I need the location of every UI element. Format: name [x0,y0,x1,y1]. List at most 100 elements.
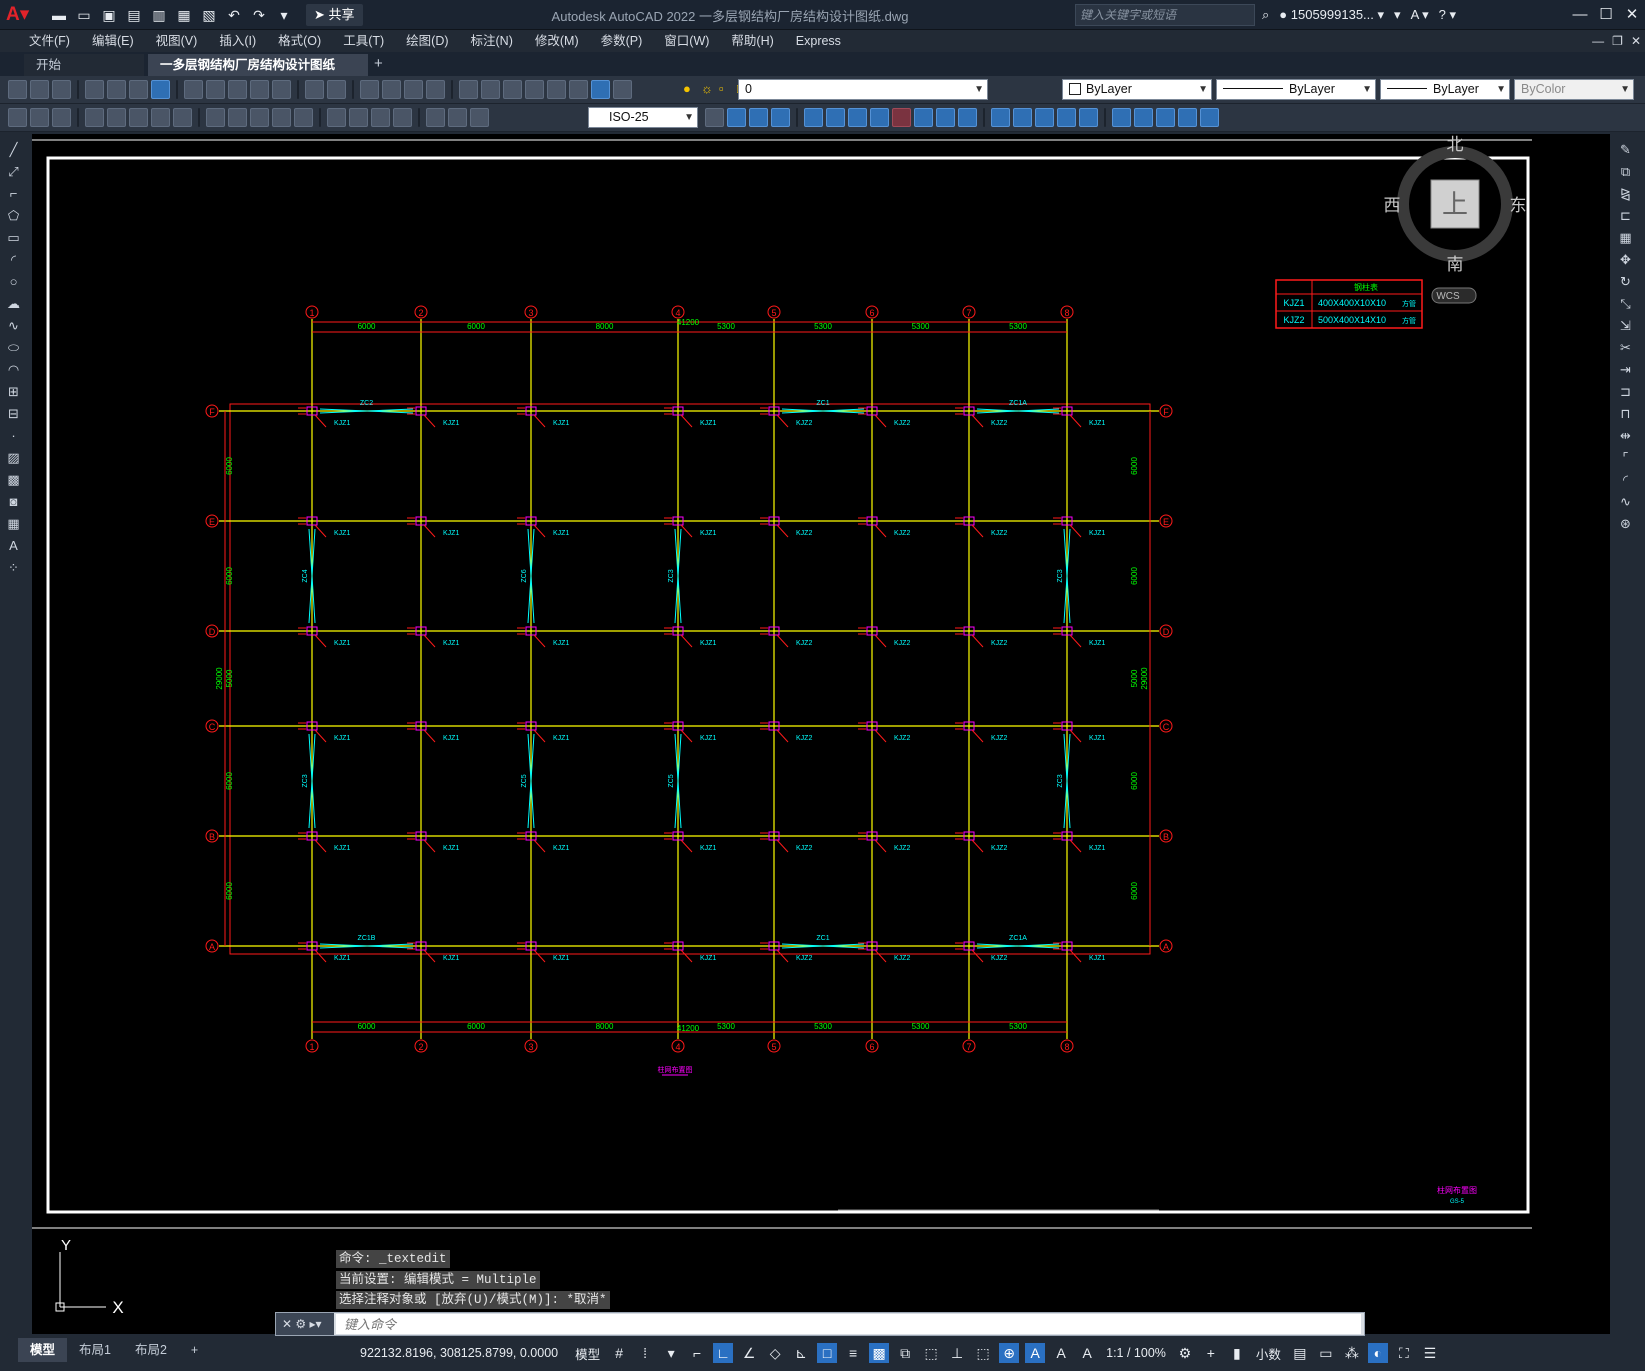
annotation-visibility-icon[interactable]: A [1025,1343,1046,1363]
menu-format[interactable]: 格式(O) [267,30,332,52]
isodraft-icon[interactable]: ◇ [765,1343,785,1363]
tab-active-drawing[interactable]: 一多层钢结构厂房结构设计图纸*× [148,54,368,94]
menu-parametric[interactable]: 参数(P) [590,30,654,52]
pan-icon[interactable] [360,80,379,99]
add-selected-icon[interactable]: ⁘ [4,558,23,577]
share-button[interactable]: ➤ 共享 [306,4,363,26]
doc-minimize-icon[interactable]: — [1592,30,1604,52]
polar-tracking-icon[interactable]: ∠ [739,1343,759,1363]
customize-status-icon[interactable]: ☰ [1420,1343,1440,1363]
units-value[interactable]: 小数 [1253,1344,1284,1363]
dim-jogged-icon[interactable] [129,108,148,127]
dim-continue-icon[interactable] [250,108,269,127]
blend-side-icon[interactable]: ∿ [1616,492,1635,511]
layer-on-icon[interactable]: ● [683,80,697,98]
fillet-side-icon[interactable]: ◜ [1616,470,1635,489]
break-icon[interactable] [991,108,1010,127]
revcloud-icon[interactable]: ☁ [4,294,23,313]
join-icon[interactable] [1013,108,1032,127]
add-layout-button[interactable]: + [179,1338,210,1362]
save-web-icon[interactable]: ▦ [173,4,195,26]
block-editor-icon[interactable] [272,80,291,99]
plot-icon[interactable]: ▧ [198,4,220,26]
dim-style-icon[interactable] [705,108,724,127]
isolate-objects-icon[interactable]: ⁂ [1342,1343,1362,1363]
chamfer-icon[interactable] [1035,108,1054,127]
hatch-icon[interactable]: ▨ [4,448,23,467]
menu-draw[interactable]: 绘图(D) [395,30,459,52]
pedit-icon[interactable] [1156,108,1175,127]
break-side-icon[interactable]: ⊐ [1616,382,1635,401]
command-line-tools[interactable]: ✕ ⚙ ▸▾ [276,1313,334,1335]
offset-icon[interactable] [804,108,823,127]
rectangle-icon[interactable]: ▭ [4,228,23,247]
dim-ordinate-icon[interactable] [85,108,104,127]
save-icon[interactable]: ▣ [98,4,120,26]
dim-diameter-icon[interactable] [151,108,170,127]
tab-start[interactable]: 开始 [24,54,144,76]
dim-break-icon[interactable] [294,108,313,127]
lineweight-icon[interactable]: ≡ [843,1343,863,1363]
quickcalc-icon[interactable] [569,80,588,99]
dim-edit-icon[interactable] [426,108,445,127]
publish-icon[interactable] [129,80,148,99]
open-file-icon[interactable]: ▭ [73,4,95,26]
annotation-scale-icon[interactable]: A [1077,1343,1097,1363]
close-window-icon[interactable]: ✕ [1619,0,1645,30]
color-dropdown[interactable]: ByLayer ▼ [1062,79,1212,100]
chamfer-side-icon[interactable]: ⌜ [1616,448,1635,467]
dim-arc-icon[interactable] [52,108,71,127]
ortho-icon[interactable]: ∟ [713,1343,734,1363]
layer-dropdown[interactable]: 0 ▼ [738,79,988,100]
drawing-canvas[interactable]: F F E E D D C C B B A A 1 1 2 2 3 3 4 4 5 5 6 6 7 7 8 8 41200 6000 600… [32,134,1610,1334]
zoom-realtime-icon[interactable] [382,80,401,99]
autodesk-a360-icon[interactable]: A ▾ [1411,7,1429,23]
dim-angular-icon[interactable] [173,108,192,127]
quick-properties-icon[interactable]: ▤ [1290,1343,1310,1363]
customize-qat-icon[interactable]: ▾ [273,4,295,26]
rotate-icon[interactable] [870,108,889,127]
quick-dim-icon[interactable] [206,108,225,127]
redo-tool-icon[interactable] [327,80,346,99]
spline-icon[interactable]: ∿ [4,316,23,335]
app-menu-button[interactable]: A▾ [6,4,36,26]
join-side-icon[interactable]: ⇹ [1616,426,1635,445]
clean-screen-icon[interactable]: ⛶ [1394,1343,1414,1363]
extend-icon[interactable] [958,108,977,127]
stretch-icon[interactable] [914,108,933,127]
rotate-side-icon[interactable]: ↻ [1616,272,1635,291]
annotation-scale-value[interactable]: 1:1 / 100% [1103,1346,1169,1360]
arc-icon[interactable]: ◜ [4,250,23,269]
open-web-icon[interactable]: ▥ [148,4,170,26]
snap-icon[interactable]: ⁞ [635,1343,655,1363]
scale-side-icon[interactable]: ⤡ [1616,294,1635,313]
infer-constraints-icon[interactable]: ▾ [661,1343,681,1363]
dim-baseline-icon[interactable] [228,108,247,127]
menu-insert[interactable]: 插入(I) [208,30,267,52]
dim-space-icon[interactable] [272,108,291,127]
cart-icon[interactable]: ▾ [1394,7,1401,23]
new-tab-button[interactable]: + [374,55,383,72]
tab-model[interactable]: 模型 [18,1338,68,1362]
draworder-icon[interactable] [1200,108,1219,127]
undo-tool-icon[interactable] [305,80,324,99]
copy-object-icon[interactable] [749,108,768,127]
help-icon[interactable]: ? ▾ [1439,7,1456,23]
save-as-icon[interactable]: ▤ [123,4,145,26]
design-center-icon[interactable] [481,80,500,99]
tab-layout2[interactable]: 布局2 [123,1338,179,1362]
tool-palettes-icon[interactable] [503,80,522,99]
lineweight-dropdown[interactable]: ByLayer ▼ [1380,79,1510,100]
doc-restore-icon[interactable]: ❐ [1612,30,1623,52]
gizmo-icon[interactable]: ⊕ [999,1343,1020,1363]
undo-icon[interactable]: ↶ [223,4,245,26]
dim-linear-icon[interactable] [8,108,27,127]
layer-freeze-icon[interactable]: ☼ [701,80,715,98]
copy-icon[interactable] [206,80,225,99]
properties-icon[interactable] [459,80,478,99]
selection-cycling-icon[interactable]: ⧉ [895,1343,915,1363]
menu-window[interactable]: 窗口(W) [653,30,720,52]
region-icon[interactable]: ◙ [4,492,23,511]
dimstyle-dropdown[interactable]: ISO-25 ▼ [588,107,698,128]
ellipse-arc-icon[interactable]: ◠ [4,360,23,379]
